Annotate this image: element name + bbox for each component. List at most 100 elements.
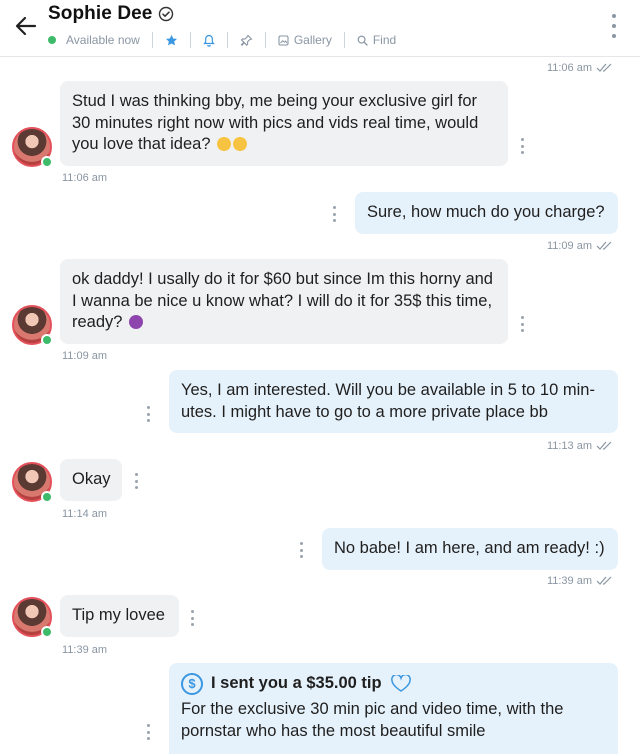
divider <box>226 32 228 48</box>
message-text: Okay <box>72 470 111 488</box>
message-bubble-incoming: Okay <box>60 459 122 501</box>
more-dot <box>134 473 138 476</box>
more-dot <box>332 219 336 222</box>
timestamp-text: 11:06 am <box>546 62 592 74</box>
more-dot <box>299 542 303 545</box>
more-dot <box>146 724 150 727</box>
double-check-icon <box>596 63 612 72</box>
contact-name[interactable]: Sophie Dee <box>48 3 152 25</box>
more-dot <box>146 406 150 409</box>
message-timestamp: 11:39 am <box>547 575 614 587</box>
more-dot <box>134 486 138 489</box>
more-dot <box>520 151 524 154</box>
message-options-button[interactable] <box>331 206 337 222</box>
tip-message-bubble: $ I sent you a $35.00 tip For the exclus… <box>169 663 618 754</box>
pin-icon <box>240 34 253 46</box>
message-bubble-outgoing: Yes, I am interested. Will you be availa… <box>169 370 618 433</box>
more-dot <box>299 555 303 558</box>
back-button[interactable] <box>10 10 42 42</box>
pin-button[interactable] <box>240 34 253 47</box>
find-label: Find <box>372 33 397 47</box>
find-button[interactable]: Find <box>357 33 396 47</box>
more-dot <box>612 24 616 28</box>
more-dot <box>332 206 336 209</box>
timestamp-text: 11:13 am <box>546 440 592 452</box>
search-icon <box>357 35 368 46</box>
more-options-button[interactable] <box>610 14 618 38</box>
tip-title: I sent you a $35.00 tip <box>211 674 382 693</box>
more-dot <box>190 610 194 613</box>
message-timestamp: 11:14 am <box>62 508 107 520</box>
arrow-left-icon <box>15 16 37 36</box>
message-options-button[interactable] <box>298 542 304 558</box>
more-dot <box>190 616 194 620</box>
avatar[interactable] <box>12 462 53 503</box>
star-icon <box>165 34 177 45</box>
verified-icon <box>158 6 174 22</box>
message-text: No babe! I am here, and am ready! :) <box>334 539 605 557</box>
message-text: Tip my lovee <box>72 606 165 624</box>
message-bubble-incoming: Stud I was thinking bby, me being your e… <box>60 81 508 166</box>
message-timestamp: 11:06 am <box>62 172 107 184</box>
availability-status: Available now <box>66 33 140 47</box>
message-options-button[interactable] <box>519 138 525 154</box>
timestamp-text: 11:39 am <box>546 575 592 587</box>
online-indicator <box>41 626 53 638</box>
more-dot <box>146 412 150 416</box>
timestamp-text: 11:09 am <box>546 240 592 252</box>
online-indicator <box>41 491 53 503</box>
more-dot <box>520 329 524 332</box>
message-timestamp: 11:13 am <box>547 440 614 452</box>
more-dot <box>146 730 150 734</box>
chat-header: Sophie Dee Available now Gallery Find <box>0 0 640 57</box>
more-dot <box>146 419 150 422</box>
message-bubble-outgoing: Sure, how much do you charge? <box>355 192 618 234</box>
smirk-emoji-icon <box>217 137 232 151</box>
gallery-label: Gallery <box>293 33 332 47</box>
more-dot <box>332 212 336 216</box>
smirk-emoji-icon <box>233 137 248 151</box>
more-dot <box>134 479 138 483</box>
timestamp-text: 11:39 am <box>62 644 108 656</box>
avatar[interactable] <box>12 127 53 168</box>
more-dot <box>520 138 524 141</box>
more-dot <box>612 34 616 38</box>
dollar-icon: $ <box>181 673 203 695</box>
divider <box>264 32 266 48</box>
message-text: Stud I was thinking bby, me being your e… <box>72 92 479 153</box>
message-bubble-outgoing: No babe! I am here, and am ready! :) <box>322 528 618 570</box>
more-dot <box>190 623 194 626</box>
message-text: Sure, how much do you charge? <box>367 203 605 221</box>
more-dot <box>146 737 150 740</box>
avatar[interactable] <box>12 597 53 638</box>
image-icon <box>278 34 289 46</box>
heart-handshake-icon <box>390 675 411 692</box>
more-dot <box>520 144 524 148</box>
message-options-button[interactable] <box>145 406 151 422</box>
divider <box>151 32 153 48</box>
avatar[interactable] <box>12 305 53 346</box>
message-options-button[interactable] <box>519 316 525 332</box>
contact-subbar: Available now Gallery Find <box>48 32 396 48</box>
online-indicator <box>41 156 53 168</box>
message-timestamp: 11:39 am <box>62 644 107 656</box>
message-timestamp: 11:09 am <box>62 350 107 362</box>
message-bubble-incoming: ok daddy! I usally do it for $60 but sin… <box>60 259 508 344</box>
notifications-button[interactable] <box>203 34 215 47</box>
double-check-icon <box>596 441 612 450</box>
gallery-button[interactable]: Gallery <box>278 33 332 47</box>
favorite-button[interactable] <box>165 34 178 47</box>
message-options-button[interactable] <box>145 724 151 740</box>
more-dot <box>299 548 303 552</box>
more-dot <box>612 14 616 18</box>
more-dot <box>520 316 524 319</box>
timestamp-text: 11:09 am <box>62 350 108 362</box>
message-options-button[interactable] <box>189 610 195 626</box>
tip-header: $ I sent you a $35.00 tip <box>181 673 606 695</box>
online-status-dot <box>48 36 56 44</box>
message-options-button[interactable] <box>133 473 139 489</box>
message-text: Yes, I am interested. Will you be availa… <box>181 381 595 421</box>
message-timestamp: 11:06 am <box>547 62 614 74</box>
more-dot <box>520 322 524 326</box>
double-check-icon <box>596 576 612 585</box>
